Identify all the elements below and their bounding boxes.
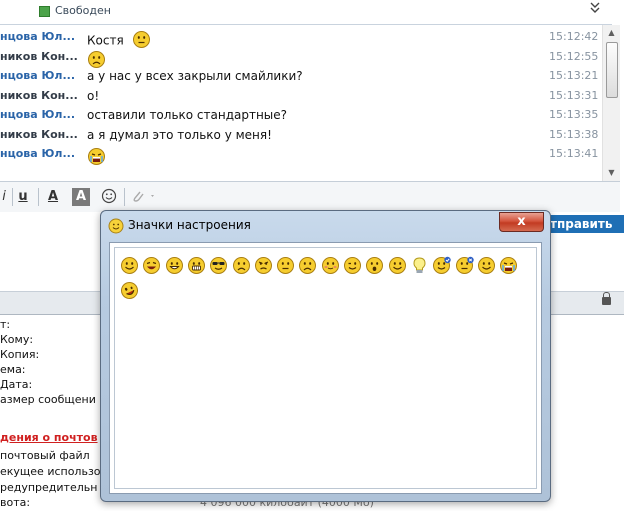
- smile-smiley-icon[interactable]: [120, 256, 139, 275]
- neutral-smiley-icon[interactable]: [276, 256, 295, 275]
- prop-to-label: Кому:: [0, 333, 34, 346]
- toolbar-separator: [38, 188, 39, 206]
- font-color-button[interactable]: A: [44, 188, 62, 206]
- message-text: а у нас у всех закрыли смайлики?: [87, 69, 303, 83]
- message-time: 15:13:41: [549, 147, 599, 160]
- emoticon-dialog: Значки настроения x: [100, 210, 551, 502]
- highlight-button[interactable]: A: [72, 188, 90, 206]
- crying-smiley-icon: [87, 147, 106, 169]
- message-time: 15:13:21: [549, 69, 599, 82]
- dialog-title: Значки настроения: [128, 218, 251, 232]
- message-time: 15:13:35: [549, 108, 599, 121]
- format-toolbar: i u A A: [0, 181, 620, 213]
- message-sender[interactable]: нцова Юл...: [0, 108, 82, 121]
- message-text-content: Костя: [87, 33, 124, 48]
- scroll-up-arrow-icon[interactable]: ▲: [605, 27, 618, 39]
- blush-smiley-icon[interactable]: [321, 256, 340, 275]
- message-sender[interactable]: ников Кон...: [0, 50, 82, 63]
- message-list: нцова Юл... Костя 15:12:42 ников Кон... 15:1…: [0, 27, 606, 179]
- prop-cc-label: Копия:: [0, 348, 40, 361]
- italic-button[interactable]: i: [0, 188, 8, 206]
- status-bar: Свободен: [0, 0, 612, 25]
- sad-smiley-icon[interactable]: [232, 256, 251, 275]
- message-row: нцова Юл... оставили только стандартные? 1…: [0, 105, 606, 124]
- message-row: нцова Юл... а у нас у всех закрыли смайли…: [0, 66, 606, 85]
- message-row: ников Кон... а я думал это только у меня!…: [0, 125, 606, 144]
- prop-usage-label: екущее использо: [0, 465, 101, 478]
- surprised-smiley-icon[interactable]: [365, 256, 384, 275]
- message-text: о!: [87, 89, 99, 103]
- underline-button[interactable]: u: [16, 188, 30, 206]
- toolbar-separator: [12, 188, 13, 206]
- angry-smiley-icon[interactable]: [254, 256, 273, 275]
- lock-icon: [602, 292, 611, 305]
- message-text-content: а у нас у всех закрыли смайлики?: [87, 69, 303, 83]
- message-time: 15:12:42: [549, 30, 599, 43]
- message-text-content: о!: [87, 88, 100, 103]
- message-sender[interactable]: ников Кон...: [0, 89, 82, 102]
- message-sender[interactable]: нцова Юл...: [0, 69, 82, 82]
- idea-smiley-icon[interactable]: [410, 256, 429, 275]
- mailbox-info-header: дения о почтов: [0, 431, 98, 444]
- smiley-panel: [114, 247, 537, 489]
- check-smiley-icon[interactable]: [432, 256, 451, 275]
- attach-icon: [133, 191, 154, 202]
- toolbar-separator: [124, 188, 125, 206]
- close-button[interactable]: x: [499, 212, 544, 232]
- question-smiley-icon[interactable]: [455, 256, 474, 275]
- dialog-content: [109, 242, 542, 494]
- message-scrollbar[interactable]: ▲ ▼: [602, 25, 620, 181]
- wink-smiley-icon[interactable]: [343, 256, 362, 275]
- message-text: оставили только стандартные?: [87, 108, 287, 122]
- message-sender[interactable]: нцова Юл...: [0, 30, 82, 43]
- prop-subject-label: ема:: [0, 363, 26, 376]
- message-text-content: оставили только стандартные?: [87, 108, 288, 122]
- prop-date-label: Дата:: [0, 378, 33, 391]
- happy-smiley-icon[interactable]: [388, 256, 407, 275]
- smiley-button[interactable]: [100, 188, 118, 206]
- message-row: нцова Юл... 15:13:41: [0, 144, 606, 165]
- cool-smiley-icon[interactable]: [209, 256, 228, 275]
- dialog-smiley-icon: [108, 218, 124, 237]
- message-text: а я думал это только у меня!: [87, 128, 272, 142]
- laugh-smiley-icon[interactable]: [142, 256, 161, 275]
- silly-smiley-icon[interactable]: [120, 281, 139, 300]
- message-row: ников Кон... 15:12:55: [0, 47, 606, 68]
- prop-warning-label: редупредительн: [0, 481, 98, 494]
- worried-smiley-icon[interactable]: [298, 256, 317, 275]
- prop-size-label: азмер сообщени: [0, 393, 96, 406]
- prop-quota-label: вота:: [0, 496, 31, 509]
- teeth-smiley-icon[interactable]: [187, 256, 206, 275]
- message-sender[interactable]: нцова Юл...: [0, 147, 82, 160]
- status-text[interactable]: Свободен: [55, 4, 111, 17]
- smile2-smiley-icon[interactable]: [477, 256, 496, 275]
- collapse-chevron-icon[interactable]: [588, 0, 602, 18]
- status-available-icon: [39, 6, 50, 17]
- grin-smiley-icon[interactable]: [165, 256, 184, 275]
- smiley-icon: [101, 188, 117, 204]
- message-time: 15:12:55: [549, 49, 599, 63]
- message-text: [87, 147, 106, 169]
- crying-smiley-icon[interactable]: [499, 256, 518, 275]
- scroll-thumb[interactable]: [606, 42, 618, 98]
- attach-button[interactable]: [130, 188, 158, 206]
- message-text-content: а я думал это только у меня!: [87, 127, 272, 142]
- message-sender[interactable]: ников Кон...: [0, 128, 82, 141]
- message-time: 15:13:31: [549, 88, 599, 102]
- message-row: нцова Юл... Костя 15:12:42: [0, 27, 606, 48]
- scroll-down-arrow-icon[interactable]: ▼: [605, 167, 618, 179]
- message-row: ников Кон... о! 15:13:31: [0, 86, 606, 105]
- prop-from-label: т:: [0, 318, 11, 331]
- message-time: 15:13:38: [549, 127, 599, 141]
- prop-mailfile-label: почтовый файл: [0, 449, 90, 462]
- send-button[interactable]: тправить: [544, 215, 624, 233]
